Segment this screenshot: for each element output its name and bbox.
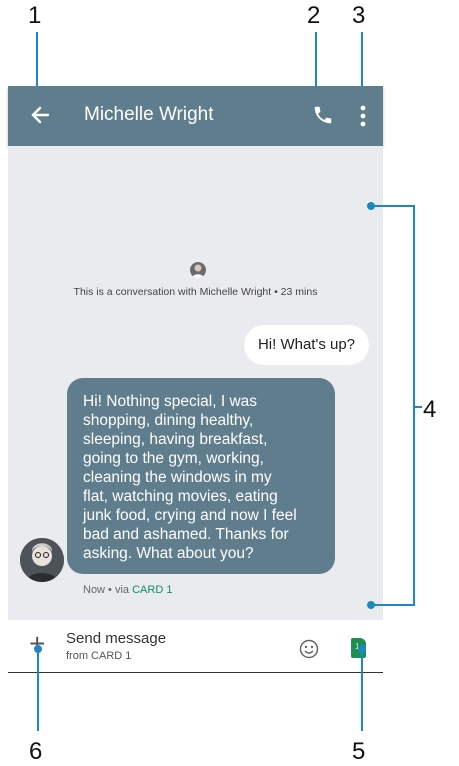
message-sim: CARD 1 xyxy=(132,584,173,596)
callout-line-4b xyxy=(371,604,414,606)
conversation-area[interactable]: This is a conversation with Michelle Wri… xyxy=(8,146,383,620)
outgoing-message[interactable]: Hi! What's up? xyxy=(244,325,369,365)
message-line: flat, watching movies, eating xyxy=(83,488,278,505)
message-line: Hi! Nothing special, I was xyxy=(83,393,258,410)
callout-1: 1 xyxy=(28,2,42,29)
callout-2: 2 xyxy=(307,2,321,29)
callout-3: 3 xyxy=(352,2,366,29)
message-time: Now • via xyxy=(83,584,133,596)
message-meta: Now • via CARD 1 xyxy=(83,584,172,596)
more-vert-icon[interactable] xyxy=(359,104,367,128)
phone-icon[interactable] xyxy=(312,104,334,126)
message-line: shopping, dining healthy, xyxy=(83,412,254,429)
contact-avatar[interactable] xyxy=(20,538,64,582)
app-bar: Michelle Wright xyxy=(8,86,383,146)
callout-line-6 xyxy=(37,649,39,731)
sim-subtext: from CARD 1 xyxy=(66,650,132,662)
callout-line-4a xyxy=(371,205,414,207)
incoming-message[interactable]: Hi! Nothing special, I was shopping, din… xyxy=(67,378,335,574)
intro-avatar xyxy=(190,262,206,278)
emoji-icon[interactable] xyxy=(299,639,319,659)
arrow-back-icon[interactable] xyxy=(30,105,50,125)
message-line: asking. What about you? xyxy=(83,545,254,562)
composer-divider xyxy=(8,672,383,673)
message-line: junk food, crying and now I feel xyxy=(83,507,297,524)
message-line: bad and ashamed. Thanks for xyxy=(83,526,289,543)
message-input[interactable]: Send message xyxy=(66,630,166,647)
message-line: cleaning the windows in my xyxy=(83,469,272,486)
composer: + Send message from CARD 1 1 xyxy=(8,620,383,672)
message-line: sleeping, having breakfast, xyxy=(83,431,268,448)
callout-4: 4 xyxy=(423,396,437,423)
callout-line-4c xyxy=(413,406,422,408)
contact-name-title: Michelle Wright xyxy=(84,104,214,125)
message-line: going to the gym, working, xyxy=(83,450,264,467)
callout-line-5 xyxy=(361,649,363,731)
conversation-intro: This is a conversation with Michelle Wri… xyxy=(73,286,318,298)
